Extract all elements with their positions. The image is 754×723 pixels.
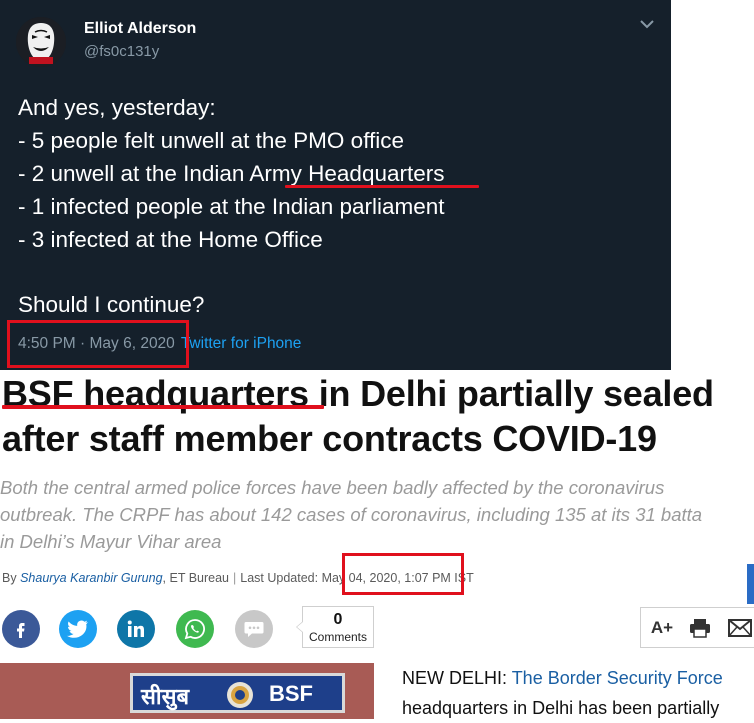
linkedin-icon xyxy=(127,620,144,637)
print-button[interactable] xyxy=(685,608,715,647)
byline-bureau: , ET Bureau xyxy=(162,571,230,585)
whatsapp-icon xyxy=(184,619,205,640)
annotation-underline-bsf-hq xyxy=(2,405,324,409)
lead-line1: NEW DELHI: The Border Security Force xyxy=(402,663,754,693)
tweet-closing: Should I continue? xyxy=(18,292,205,317)
article-tools: A+ xyxy=(640,607,754,648)
lead-link[interactable]: The Border Security Force xyxy=(512,668,723,688)
facebook-share-button[interactable] xyxy=(2,610,40,648)
author-handle[interactable]: @fs0c131y xyxy=(84,43,159,60)
sms-icon xyxy=(244,622,264,637)
summary-line: in Delhi’s Mayur Vihar area xyxy=(0,531,222,552)
tweet-source-link[interactable]: Twitter for iPhone xyxy=(181,335,302,352)
comments-label: Comments xyxy=(308,630,367,644)
whatsapp-share-button[interactable] xyxy=(176,610,214,648)
bsf-signboard: सीसुब BSF xyxy=(130,673,345,713)
email-button[interactable] xyxy=(725,608,754,647)
headline-rest: in Delhi partially sealed xyxy=(308,373,714,414)
sign-bsf-text: BSF xyxy=(269,681,313,706)
byline-by: By xyxy=(2,571,17,585)
lead-dateline: NEW DELHI: xyxy=(402,668,512,688)
tweet-line: And yes, yesterday: xyxy=(18,95,216,120)
summary-line: outbreak. The CRPF has about 142 cases o… xyxy=(0,504,703,525)
comments-count: 0 xyxy=(333,611,343,628)
twitter-icon xyxy=(67,620,88,638)
article-photo: सीसुब BSF xyxy=(0,663,374,719)
tweet-text: And yes, yesterday: - 5 people felt unwe… xyxy=(18,91,658,321)
facebook-icon xyxy=(17,623,25,638)
article-lead: NEW DELHI: The Border Security Force hea… xyxy=(402,663,754,723)
bsf-emblem-icon xyxy=(225,680,255,716)
linkedin-share-button[interactable] xyxy=(117,610,155,648)
byline-author-link[interactable]: Shaurya Karanbir Gurung xyxy=(20,571,162,585)
headline-line2: after staff member contracts COVID-19 xyxy=(2,418,657,459)
avatar[interactable] xyxy=(16,17,66,67)
tweet-line: - 3 infected at the Home Office xyxy=(18,227,323,252)
side-tab[interactable] xyxy=(747,564,754,604)
chevron-down-icon[interactable] xyxy=(637,16,657,32)
annotation-box-article-date xyxy=(342,553,464,595)
comments-button[interactable]: 0 Comments xyxy=(296,606,374,648)
annotation-underline-army-hq xyxy=(285,185,479,188)
summary-line: Both the central armed police forces hav… xyxy=(0,477,665,498)
font-size-button[interactable]: A+ xyxy=(645,608,679,647)
tweet-line: - 5 people felt unwell at the PMO office xyxy=(18,128,405,153)
article-headline: BSF headquarters in Delhi partially seal… xyxy=(2,371,754,461)
sign-hindi-text: सीसुब xyxy=(141,684,190,709)
sms-share-button[interactable] xyxy=(235,610,273,648)
byline-separator: | xyxy=(233,571,237,585)
author-name[interactable]: Elliot Alderson xyxy=(84,20,196,38)
twitter-share-button[interactable] xyxy=(59,610,97,648)
tweet-line: - 1 infected people at the Indian parlia… xyxy=(18,194,445,219)
fsociety-mask-icon xyxy=(16,17,66,67)
print-icon xyxy=(690,618,710,638)
mail-icon xyxy=(728,618,752,637)
annotation-box-tweet-time xyxy=(7,320,189,368)
article-summary: Both the central armed police forces hav… xyxy=(0,474,754,555)
